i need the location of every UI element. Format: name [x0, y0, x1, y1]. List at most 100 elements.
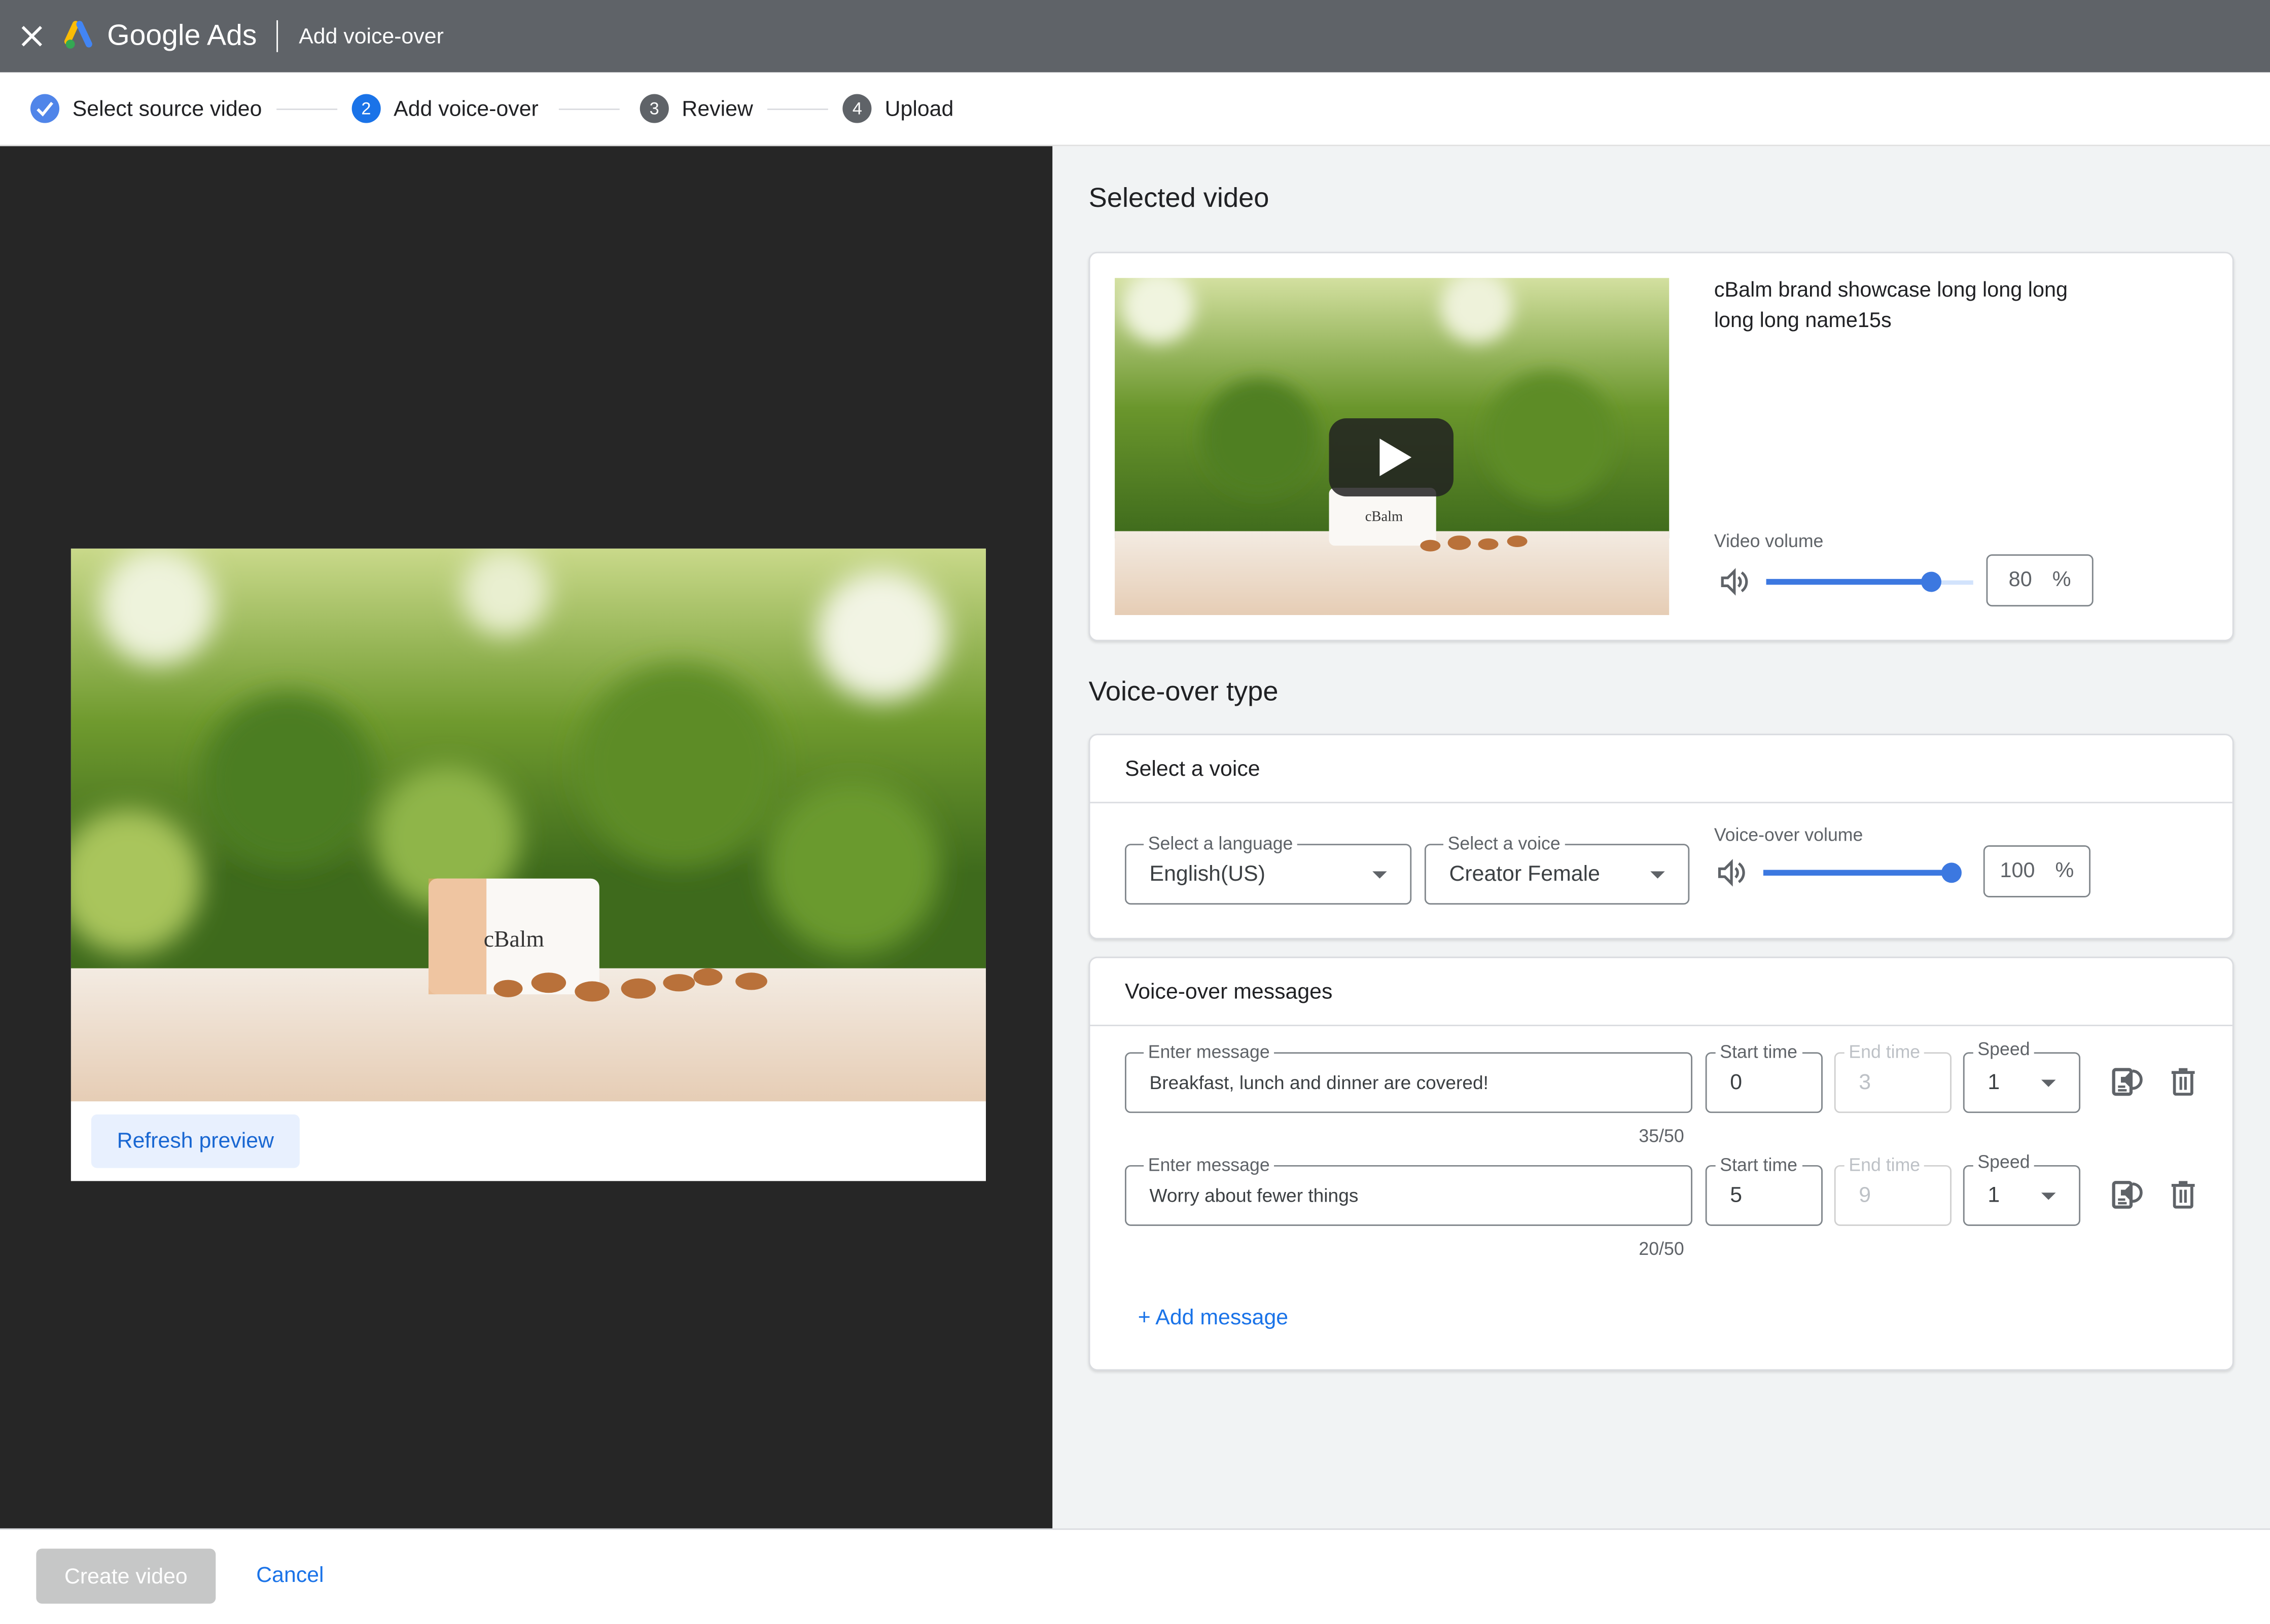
start-time-label: Start time	[1715, 1153, 1802, 1177]
step-label: Select source video	[72, 96, 262, 121]
selected-video-card: cBalm cBalm brand showcase long long lon…	[1088, 251, 2234, 641]
top-bar: Google Ads Add voice-over	[0, 0, 2270, 73]
step-label: Upload	[884, 96, 954, 121]
language-select-value: English(US)	[1149, 861, 1266, 887]
start-time-input[interactable]: Start time 0	[1705, 1040, 1823, 1113]
end-time-value: 3	[1859, 1070, 1871, 1095]
selected-video-heading: Selected video	[1088, 184, 1269, 214]
stepper: Select source video 2 Add voice-over 3 R…	[0, 72, 2270, 147]
step-add-voice-over[interactable]: 2 Add voice-over	[351, 94, 539, 123]
svg-text:cBalm: cBalm	[1365, 509, 1403, 525]
speed-label: Speed	[1973, 1037, 2035, 1061]
message-input-value: Breakfast, lunch and dinner are covered!	[1149, 1071, 1488, 1094]
delete-icon[interactable]	[2166, 1177, 2201, 1212]
voiceover-page: Google Ads Add voice-over Select source …	[0, 0, 2270, 1624]
preview-video-frame: cBalm	[70, 548, 986, 1102]
check-icon	[30, 94, 60, 123]
slider-thumb[interactable]	[1922, 571, 1942, 592]
cancel-button[interactable]: Cancel	[256, 1563, 324, 1588]
language-select-label: Select a language	[1144, 832, 1297, 856]
message-input[interactable]: Enter message Breakfast, lunch and dinne…	[1125, 1040, 1693, 1113]
step-label: Review	[682, 96, 753, 121]
step-connector	[558, 107, 620, 110]
dropdown-arrow-icon	[1650, 871, 1665, 879]
volume-value: 80	[2008, 568, 2032, 592]
step-review[interactable]: 3 Review	[640, 94, 753, 123]
start-time-value: 5	[1730, 1183, 1743, 1208]
end-time-label: End time	[1844, 1153, 1925, 1177]
start-time-value: 0	[1730, 1070, 1743, 1095]
add-message-button[interactable]: + Add message	[1138, 1306, 1288, 1330]
voice-select[interactable]: Select a voice Creator Female	[1424, 832, 1690, 905]
voiceover-volume-label: Voice-over volume	[1714, 825, 1863, 846]
end-time-value: 9	[1859, 1183, 1871, 1208]
volume-up-icon[interactable]	[1716, 857, 1748, 889]
preview-voice-icon[interactable]	[2109, 1064, 2144, 1099]
dropdown-arrow-icon	[2041, 1079, 2056, 1087]
dropdown-arrow-icon	[2041, 1193, 2056, 1200]
brand-name: Google Ads	[107, 19, 257, 52]
slider-thumb[interactable]	[1941, 862, 1962, 883]
preview-card: cBalm Refresh preview	[70, 548, 986, 1181]
refresh-preview-button[interactable]: Refresh preview	[91, 1114, 300, 1168]
video-thumbnail[interactable]: cBalm	[1115, 278, 1670, 616]
play-button[interactable]	[1329, 418, 1454, 497]
speed-label: Speed	[1973, 1150, 2035, 1174]
step-number: 4	[842, 94, 872, 123]
end-time-input: End time 3	[1834, 1040, 1952, 1113]
speed-select[interactable]: Speed 1	[1963, 1037, 2081, 1113]
select-voice-card: Select a voice Select a language English…	[1088, 734, 2234, 940]
step-connector	[767, 107, 829, 110]
language-select[interactable]: Select a language English(US)	[1125, 832, 1412, 905]
speed-value: 1	[1988, 1183, 2000, 1208]
video-volume-input[interactable]: 80 %	[1986, 554, 2094, 607]
start-time-label: Start time	[1715, 1040, 1802, 1064]
start-time-input[interactable]: Start time 5	[1705, 1153, 1823, 1226]
voice-select-label: Select a voice	[1443, 832, 1565, 856]
speed-select[interactable]: Speed 1	[1963, 1150, 2081, 1226]
settings-pane: Selected video cBalm cBalm brand showcas…	[1052, 146, 2270, 1529]
character-counter: 20/50	[1639, 1239, 1684, 1259]
svg-text:cBalm: cBalm	[484, 926, 544, 952]
voiceover-volume-slider[interactable]	[1763, 861, 1962, 884]
step-label: Add voice-over	[394, 96, 539, 121]
step-select-source-video[interactable]: Select source video	[30, 94, 262, 123]
header-divider	[277, 20, 279, 52]
speed-value: 1	[1988, 1070, 2000, 1095]
page-title: Add voice-over	[299, 24, 444, 49]
end-time-input: End time 9	[1834, 1153, 1952, 1226]
video-volume-slider[interactable]	[1766, 570, 1973, 594]
google-ads-logo-icon	[64, 21, 92, 49]
percent-suffix: %	[2055, 859, 2074, 883]
step-number: 2	[351, 94, 381, 123]
footer-bar: Create video Cancel	[0, 1528, 2270, 1624]
message-input-value: Worry about fewer things	[1149, 1184, 1359, 1207]
step-upload[interactable]: 4 Upload	[842, 94, 954, 123]
video-name: cBalm brand showcase long long long long…	[1714, 279, 2068, 333]
message-input[interactable]: Enter message Worry about fewer things	[1125, 1153, 1693, 1226]
slider-fill	[1763, 870, 1952, 876]
message-input-label: Enter message	[1144, 1153, 1274, 1177]
voiceover-volume-input[interactable]: 100 %	[1983, 845, 2091, 897]
step-number: 3	[640, 94, 669, 123]
character-counter: 35/50	[1639, 1126, 1684, 1146]
video-volume-label: Video volume	[1714, 531, 1824, 552]
voiceover-messages-card: Voice-over messages Enter message Breakf…	[1088, 956, 2234, 1371]
end-time-label: End time	[1844, 1040, 1925, 1064]
voiceover-messages-title: Voice-over messages	[1090, 958, 2232, 1026]
preview-voice-icon[interactable]	[2109, 1177, 2144, 1212]
preview-pane: cBalm Refresh preview	[0, 146, 1053, 1529]
message-input-label: Enter message	[1144, 1040, 1274, 1064]
dropdown-arrow-icon	[1372, 871, 1387, 879]
step-connector	[276, 107, 337, 110]
close-icon[interactable]	[20, 25, 44, 48]
select-voice-title: Select a voice	[1090, 735, 2232, 804]
voice-select-value: Creator Female	[1449, 861, 1600, 887]
play-icon	[1379, 438, 1412, 477]
voiceover-type-heading: Voice-over type	[1088, 677, 1279, 708]
volume-up-icon[interactable]	[1718, 566, 1750, 598]
percent-suffix: %	[2052, 568, 2071, 592]
volume-value: 100	[2000, 859, 2035, 883]
create-video-button[interactable]: Create video	[36, 1548, 216, 1604]
delete-icon[interactable]	[2166, 1064, 2201, 1099]
